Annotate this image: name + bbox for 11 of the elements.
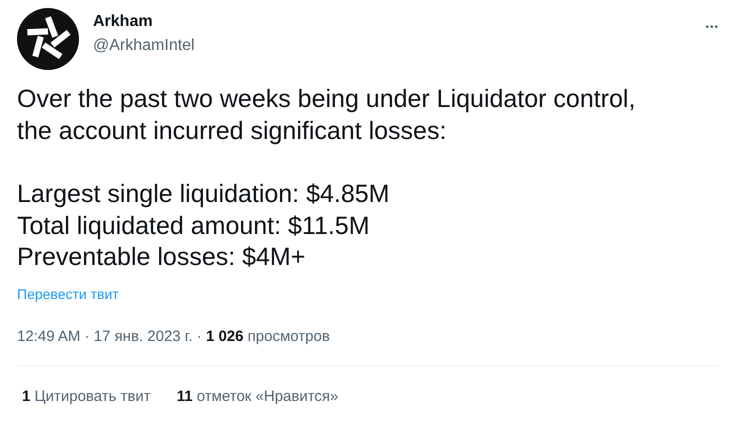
tweet-text: Largest single liquidation: $4.85M — [17, 179, 390, 210]
tweet-text: Preventable losses: $4M+ — [17, 242, 306, 273]
author-name[interactable]: Arkham — [93, 13, 706, 31]
more-button[interactable]: ••• — [705, 22, 719, 33]
tweet-text: Total liquidated amount: $11.5M — [17, 210, 371, 242]
author-handle[interactable]: @ArkhamIntel — [93, 37, 706, 55]
avatar-logo-icon[interactable] — [17, 8, 79, 70]
stat-link[interactable]: 1 Цитировать твит — [22, 388, 151, 404]
stat-link[interactable]: 11 отметок «Нравится» — [176, 388, 338, 404]
tweet-timestamp: 12:49 AM · 17 янв. 2023 г. · 1 026 просмотров — [17, 328, 331, 344]
tweet-text: Over the past two weeks being under Liquidator control, the account incurred significant losses: — [17, 84, 636, 146]
